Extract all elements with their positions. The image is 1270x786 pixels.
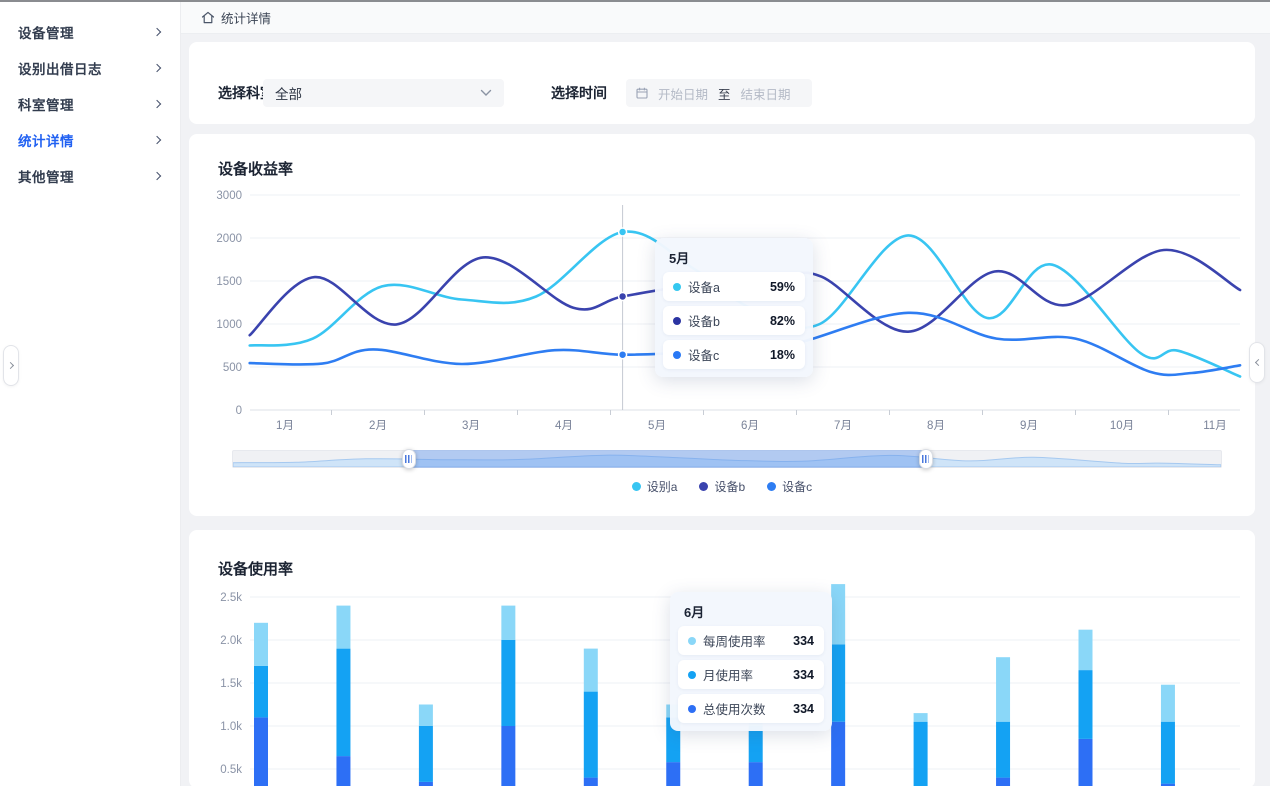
svg-text:1.0k: 1.0k bbox=[220, 721, 242, 733]
dept-select-value: 全部 bbox=[275, 83, 480, 103]
profit-chart-legend: 设别a 设备b 设备c bbox=[189, 478, 1255, 495]
datazoom-selected-range[interactable] bbox=[409, 450, 926, 468]
chevron-right-icon bbox=[153, 172, 161, 180]
legend-label: 设备b bbox=[714, 478, 745, 495]
legend-label: 设备c bbox=[782, 478, 812, 495]
svg-text:1000: 1000 bbox=[216, 319, 242, 331]
date-separator: 至 bbox=[718, 84, 731, 103]
series-dot-icon bbox=[699, 482, 708, 491]
start-date-input[interactable]: 开始日期 bbox=[658, 84, 708, 103]
sidebar-item-label: 设备管理 bbox=[18, 22, 74, 42]
svg-text:2.0k: 2.0k bbox=[220, 635, 242, 647]
chevron-right-icon bbox=[153, 136, 161, 144]
chevron-right-icon bbox=[153, 64, 161, 72]
sidebar-item-department[interactable]: 科室管理 bbox=[0, 86, 180, 122]
filter-card: 选择科室: 全部 选择时间 开始日期 至 结束日期 bbox=[189, 42, 1255, 124]
legend-item-a[interactable]: 设别a bbox=[632, 478, 678, 495]
sidebar-item-lend-log[interactable]: 设别出借日志 bbox=[0, 50, 180, 86]
datazoom-slider[interactable] bbox=[232, 450, 1222, 468]
chevron-left-icon bbox=[1254, 359, 1261, 366]
svg-text:11月: 11月 bbox=[1203, 420, 1226, 432]
svg-text:0: 0 bbox=[236, 405, 242, 417]
svg-text:1月: 1月 bbox=[276, 420, 294, 432]
svg-text:500: 500 bbox=[223, 362, 242, 374]
grip-icon bbox=[405, 455, 412, 463]
dept-select[interactable]: 全部 bbox=[263, 79, 504, 107]
profit-rate-card: 设备收益率 050010001500200030001月2月3月4月5月6月7月… bbox=[189, 134, 1255, 516]
svg-text:2.5k: 2.5k bbox=[220, 592, 242, 604]
svg-text:5月: 5月 bbox=[648, 420, 666, 432]
legend-item-b[interactable]: 设备b bbox=[699, 478, 745, 495]
series-dot-icon bbox=[767, 482, 776, 491]
sidebar-item-label: 其他管理 bbox=[18, 166, 74, 186]
usage-bar-chart: 0.5k1.0k1.5k2.0k2.5k1月2月3月4月5月6月7月8月9月10… bbox=[189, 530, 1255, 786]
legend-item-c[interactable]: 设备c bbox=[767, 478, 812, 495]
svg-text:1500: 1500 bbox=[216, 276, 242, 288]
sidebar-item-other[interactable]: 其他管理 bbox=[0, 158, 180, 194]
legend-label: 设别a bbox=[647, 478, 678, 495]
datazoom-left-handle[interactable] bbox=[402, 449, 416, 469]
sidebar-item-label: 设别出借日志 bbox=[18, 58, 102, 78]
calendar-icon bbox=[636, 87, 648, 99]
chevron-right-icon bbox=[6, 362, 13, 369]
svg-text:2000: 2000 bbox=[216, 233, 242, 245]
svg-text:9月: 9月 bbox=[1020, 420, 1038, 432]
svg-text:4月: 4月 bbox=[555, 420, 573, 432]
svg-text:3000: 3000 bbox=[216, 190, 242, 202]
sidebar-item-statistics[interactable]: 统计详情 bbox=[0, 122, 180, 158]
grip-icon bbox=[922, 455, 929, 463]
chevron-down-icon bbox=[480, 89, 492, 97]
svg-text:10月: 10月 bbox=[1110, 420, 1134, 432]
chevron-right-icon bbox=[153, 100, 161, 108]
svg-text:2月: 2月 bbox=[369, 420, 387, 432]
time-filter-label: 选择时间 bbox=[551, 85, 607, 101]
sidebar-expand-button[interactable] bbox=[3, 345, 19, 386]
svg-text:7月: 7月 bbox=[834, 420, 852, 432]
breadcrumb-label: 统计详情 bbox=[221, 8, 271, 27]
sidebar: 设备管理 设别出借日志 科室管理 统计详情 其他管理 bbox=[0, 2, 181, 786]
panel-collapse-button[interactable] bbox=[1249, 342, 1265, 383]
sidebar-item-label: 统计详情 bbox=[18, 130, 74, 150]
svg-text:3月: 3月 bbox=[462, 420, 480, 432]
date-range-picker[interactable]: 开始日期 至 结束日期 bbox=[626, 79, 812, 107]
home-icon bbox=[201, 11, 215, 24]
main-content: 统计详情 选择科室: 全部 选择时间 开始日期 至 结束日期 设备收益率 050… bbox=[181, 2, 1270, 786]
breadcrumb: 统计详情 bbox=[181, 2, 1270, 34]
svg-text:8月: 8月 bbox=[927, 420, 945, 432]
sidebar-item-device-management[interactable]: 设备管理 bbox=[0, 14, 180, 50]
datazoom-right-handle[interactable] bbox=[919, 449, 933, 469]
chevron-right-icon bbox=[153, 28, 161, 36]
end-date-input[interactable]: 结束日期 bbox=[741, 84, 791, 103]
window-top-edge bbox=[0, 0, 1270, 2]
series-dot-icon bbox=[632, 482, 641, 491]
sidebar-item-label: 科室管理 bbox=[18, 94, 74, 114]
usage-rate-card: 设备使用率 0.5k1.0k1.5k2.0k2.5k1月2月3月4月5月6月7月… bbox=[189, 530, 1255, 786]
svg-text:1.5k: 1.5k bbox=[220, 678, 242, 690]
svg-text:6月: 6月 bbox=[741, 420, 759, 432]
svg-text:0.5k: 0.5k bbox=[220, 764, 242, 776]
